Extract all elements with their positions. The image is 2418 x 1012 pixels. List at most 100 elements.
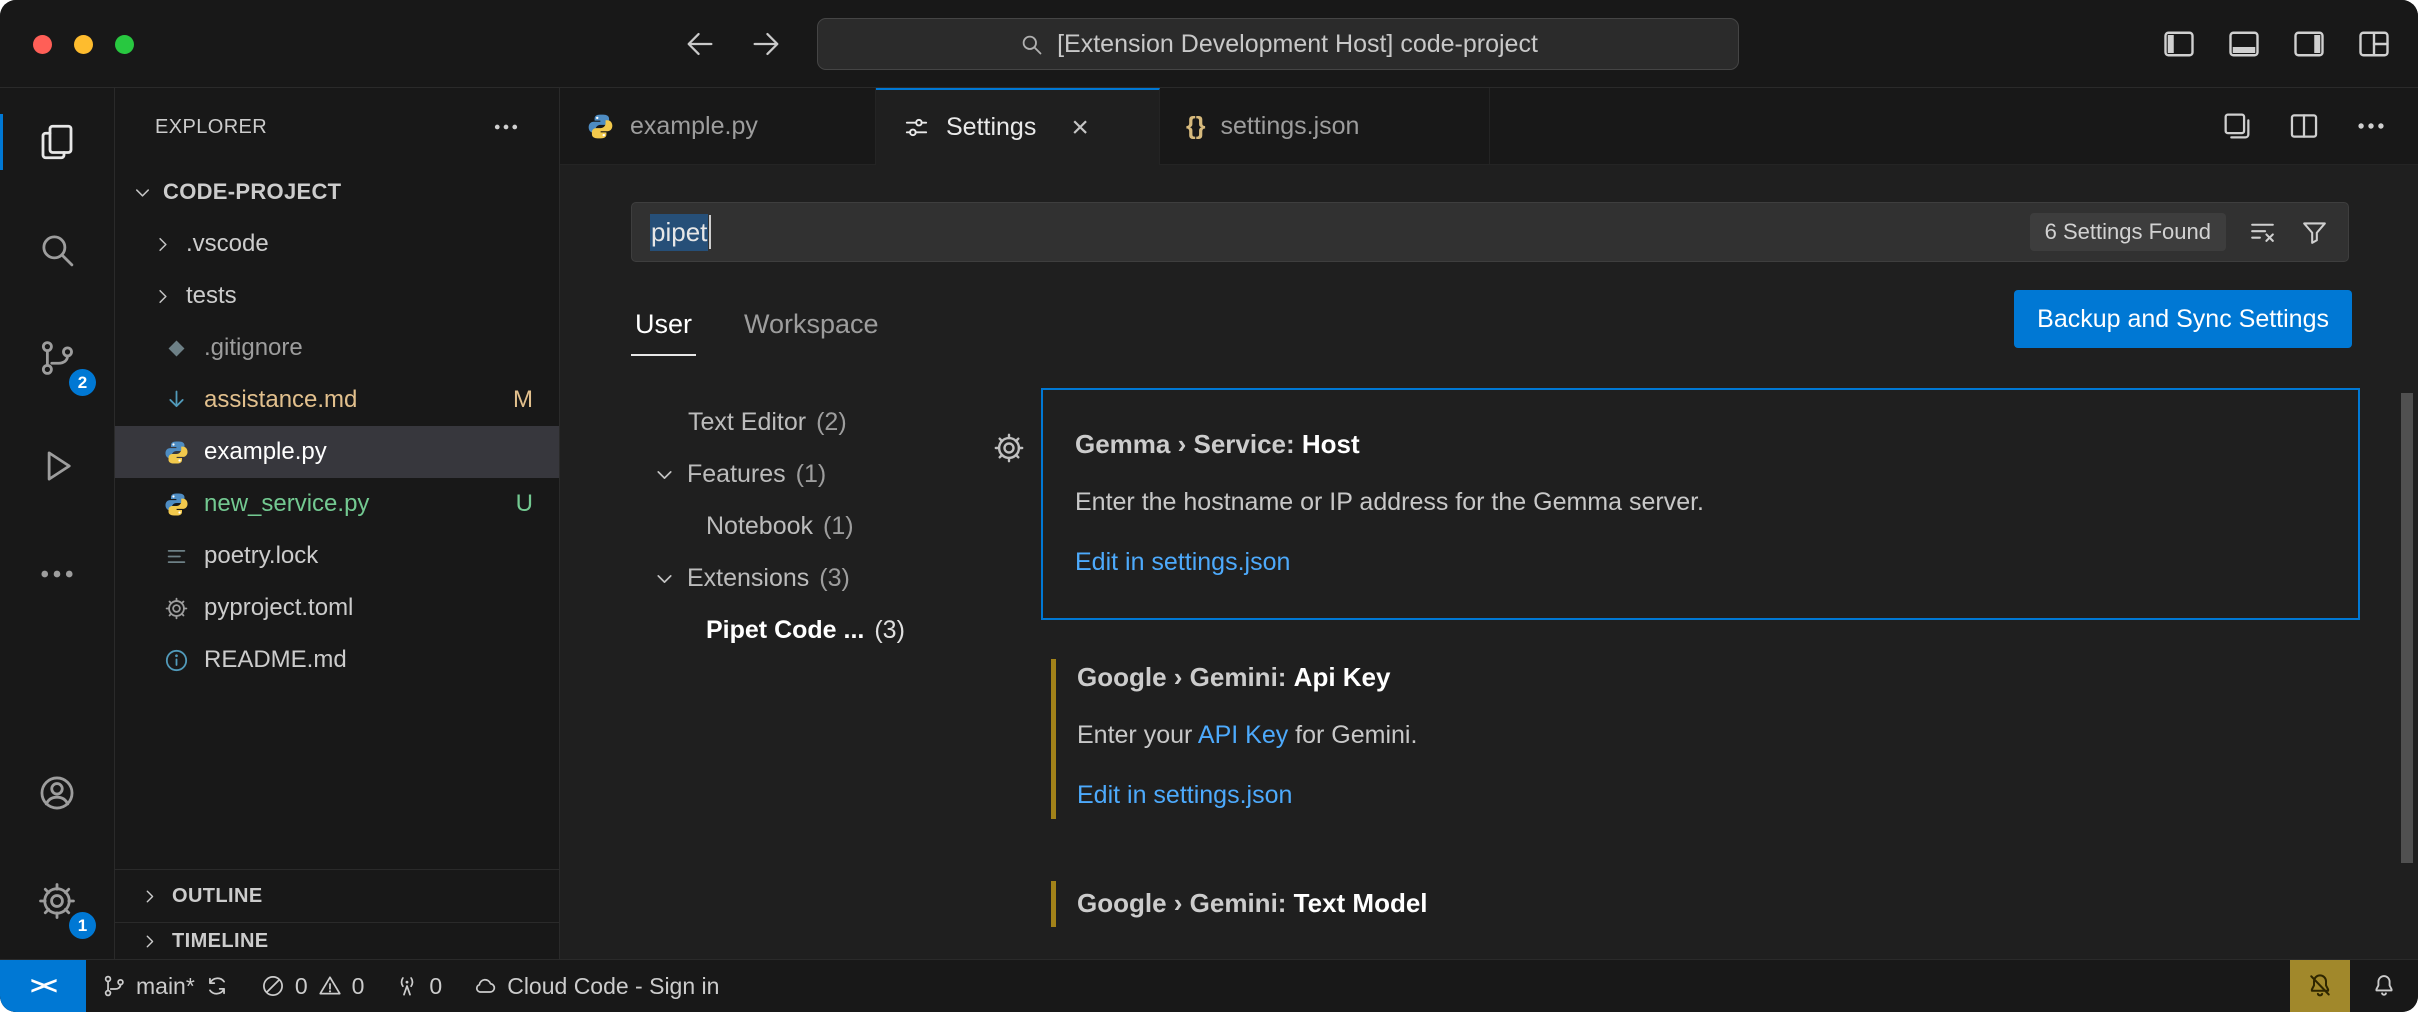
toc-item-pipet-code[interactable]: Pipet Code ... (3) [560,604,1041,656]
toggle-primary-sidebar-icon[interactable] [2161,26,2197,62]
settings-badge: 1 [69,912,96,939]
branch-status-item[interactable]: main* [86,960,245,1012]
additional-views-icon[interactable] [0,520,114,628]
setting-title: Gemma › Service: Host [1075,428,2328,460]
setting-gemma-service-host[interactable]: Gemma › Service: Host Enter the hostname… [1041,388,2360,620]
close-tab-icon[interactable]: × [1071,113,1089,143]
layout-controls [2161,0,2392,88]
remote-indicator[interactable]: >< [0,960,86,1012]
tab-settings[interactable]: Settings × [876,88,1160,165]
scope-tab-workspace[interactable]: Workspace [740,309,883,356]
accounts-icon[interactable] [0,739,114,847]
file-label: .gitignore [204,334,303,362]
tree-item-readme-md[interactable]: README.md [115,634,559,686]
activity-bar: 2 1 [0,88,115,959]
setting-google-gemini-text-model[interactable]: Google › Gemini: Text Model [1041,873,2360,937]
toc-count: (3) [819,564,850,593]
outline-section-header[interactable]: OUTLINE [115,869,559,922]
edit-in-settings-json-link[interactable]: Edit in settings.json [1077,779,2328,811]
tab-label: Settings [946,113,1036,142]
files-icon [36,121,78,163]
tree-item-pyproject-toml[interactable]: pyproject.toml [115,582,559,634]
errors-count: 0 [295,973,308,1000]
filter-icon[interactable] [2299,217,2330,248]
sidebar-header: EXPLORER [115,88,559,166]
more-actions-icon[interactable] [2354,109,2388,143]
traffic-lights [33,0,134,88]
window-title: [Extension Development Host] code-projec… [1057,30,1538,59]
search-controls: 6 Settings Found [2030,213,2330,251]
bell-icon [2370,972,2398,1000]
toggle-panel-icon[interactable] [2226,26,2262,62]
scrollbar[interactable] [2401,393,2413,863]
api-key-link[interactable]: API Key [1198,721,1288,749]
forward-icon[interactable] [749,27,783,61]
ports-status-item[interactable]: 0 [379,960,457,1012]
do-not-disturb-item[interactable] [2290,960,2350,1012]
toc-item-text-editor[interactable]: Text Editor (2) [560,396,1041,448]
settings-search-input[interactable]: pipet 6 Settings Found [631,202,2349,262]
workbench-main: 2 1 EXPLORER [0,88,2418,959]
explorer-more-actions-icon[interactable] [491,112,521,142]
setting-google-gemini-api-key[interactable]: Google › Gemini: Api Key Enter your API … [1041,651,2360,829]
settings-content: Text Editor (2) Features (1) Notebook (1… [560,388,2418,937]
ellipsis-icon [36,553,78,595]
run-debug-activity-icon[interactable] [0,412,114,520]
scm-badge: 2 [69,369,96,396]
tree-item-tests[interactable]: tests [115,270,559,322]
toggle-secondary-sidebar-icon[interactable] [2291,26,2327,62]
tree-item-assistance-md[interactable]: assistance.md M [115,374,559,426]
manage-settings-icon[interactable]: 1 [0,847,114,955]
back-icon[interactable] [683,27,717,61]
tree-root-folder[interactable]: CODE-PROJECT [115,166,559,218]
git-branch-icon [101,973,127,999]
git-status-badge: M [513,386,533,414]
sync-icon [204,973,230,999]
search-activity-icon[interactable] [0,196,114,304]
settings-toc: Text Editor (2) Features (1) Notebook (1… [560,388,1041,937]
file-label: example.py [204,438,327,466]
customize-layout-icon[interactable] [2356,26,2392,62]
tree-item-poetry-lock[interactable]: poetry.lock [115,530,559,582]
explorer-activity-icon[interactable] [0,88,114,196]
editor-tab-bar: example.py Settings × {} settings.json [560,88,2418,165]
chevron-right-icon [139,886,160,907]
close-window-button[interactable] [33,35,52,54]
file-label: assistance.md [204,386,357,414]
tab-settings-json[interactable]: {} settings.json [1160,88,1490,164]
toc-item-features[interactable]: Features (1) [560,448,1041,500]
clear-search-icon[interactable] [2247,217,2278,248]
cloud-code-status-item[interactable]: Cloud Code - Sign in [457,960,734,1012]
search-icon [36,229,78,271]
lock-file-icon [163,543,190,570]
tree-item-vscode[interactable]: .vscode [115,218,559,270]
backup-sync-settings-button[interactable]: Backup and Sync Settings [2014,290,2352,348]
setting-title: Google › Gemini: Api Key [1077,661,2328,693]
setting-description: Enter the hostname or IP address for the… [1075,486,2328,518]
command-center[interactable]: [Extension Development Host] code-projec… [817,18,1739,70]
zoom-window-button[interactable] [115,35,134,54]
split-editor-icon[interactable] [2287,109,2321,143]
timeline-section-header[interactable]: TIMELINE [115,922,559,959]
open-changes-icon[interactable] [2220,109,2254,143]
notifications-item[interactable] [2350,960,2418,1012]
edit-in-settings-json-link[interactable]: Edit in settings.json [1075,546,2328,578]
toc-count: (2) [816,408,847,437]
title-bar: [Extension Development Host] code-projec… [0,0,2418,88]
setting-actions-gear-icon[interactable] [991,430,1027,466]
text-caret [709,215,711,249]
toc-item-notebook[interactable]: Notebook (1) [560,500,1041,552]
minimize-window-button[interactable] [74,35,93,54]
problems-status-item[interactable]: 0 0 [245,960,380,1012]
tab-example-py[interactable]: example.py [560,88,876,164]
settings-sliders-icon [902,113,931,142]
tree-item-example-py[interactable]: example.py [115,426,559,478]
tree-item-new-service-py[interactable]: new_service.py U [115,478,559,530]
vscode-window: [Extension Development Host] code-projec… [0,0,2418,1012]
errors-icon [260,973,286,999]
tree-item-gitignore[interactable]: .gitignore [115,322,559,374]
scope-tab-user[interactable]: User [631,309,696,356]
results-count-badge: 6 Settings Found [2030,213,2226,251]
source-control-activity-icon[interactable]: 2 [0,304,114,412]
toc-item-extensions[interactable]: Extensions (3) [560,552,1041,604]
